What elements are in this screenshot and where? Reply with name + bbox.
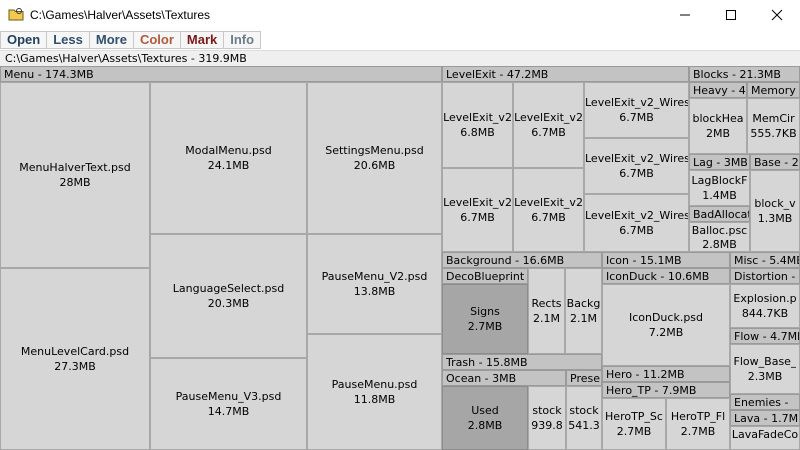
window-title: C:\Games\Halver\Assets\Textures — [30, 8, 211, 22]
file-tile[interactable]: LanguageSelect.psd 20.3MB — [150, 234, 307, 358]
file-tile[interactable]: LevelExit_v2 6.7MB — [513, 82, 584, 168]
color-button[interactable]: Color — [133, 31, 181, 49]
current-path: C:\Games\Halver\Assets\Textures - 319.9M… — [0, 50, 800, 66]
file-tile[interactable]: MemCir 555.7KB — [747, 98, 800, 154]
file-tile[interactable]: Signs 2.7MB — [442, 284, 528, 354]
file-tile[interactable]: HeroTP_Fl 2.7MB — [666, 398, 730, 450]
file-tile[interactable]: LevelExit_v2 6.7MB — [442, 168, 513, 252]
group-header-decoblueprint[interactable]: DecoBlueprint - — [442, 268, 528, 284]
file-tile[interactable]: HeroTP_Sc 2.7MB — [602, 398, 666, 450]
mark-button[interactable]: Mark — [180, 31, 225, 49]
file-tile[interactable]: Backg 2.1M — [565, 268, 602, 354]
group-header-levelexit[interactable]: LevelExit - 47.2MB — [442, 66, 689, 82]
more-button[interactable]: More — [89, 31, 134, 49]
app-folder-icon — [8, 6, 24, 22]
group-header-blocks[interactable]: Blocks - 21.3MB — [689, 66, 800, 82]
file-tile[interactable]: LevelExit_v2 6.8MB — [442, 82, 513, 168]
file-tile[interactable]: Explosion.p 844.7KB — [730, 284, 800, 328]
file-tile[interactable]: stock 939.8 — [528, 386, 566, 450]
file-tile[interactable]: PauseMenu.psd 11.8MB — [307, 334, 442, 450]
file-tile[interactable]: PauseMenu_V2.psd 13.8MB — [307, 234, 442, 334]
group-header-flow[interactable]: Flow - 4.7MB — [730, 328, 800, 344]
file-tile[interactable]: Balloc.psc 2.8MB — [689, 222, 750, 252]
file-tile[interactable]: MenuHalverText.psd 28MB — [0, 82, 150, 268]
group-header-background[interactable]: Background - 16.6MB — [442, 252, 602, 268]
less-button[interactable]: Less — [47, 31, 90, 49]
group-header-trash[interactable]: Trash - 15.8MB — [442, 354, 602, 370]
open-button[interactable]: Open — [0, 31, 48, 49]
group-header-lava[interactable]: Lava - 1.7MB — [730, 410, 800, 426]
group-header-menu[interactable]: Menu - 174.3MB — [0, 66, 442, 82]
group-header-heavy[interactable]: Heavy - 4MB — [689, 82, 747, 98]
file-tile[interactable]: LagBlockF 1.4MB — [689, 170, 750, 206]
file-tile[interactable]: ModalMenu.psd 24.1MB — [150, 82, 307, 234]
minimize-icon — [680, 14, 690, 16]
file-tile[interactable]: stock 541.3 — [566, 386, 602, 450]
file-tile[interactable]: IconDuck.psd 7.2MB — [602, 284, 730, 366]
maximize-button[interactable] — [708, 0, 754, 30]
file-tile[interactable]: blockHea 2MB — [689, 98, 747, 154]
file-tile[interactable]: Used 2.8MB — [442, 386, 528, 450]
close-icon — [771, 9, 783, 21]
info-button[interactable]: Info — [224, 31, 262, 49]
group-header-badalloc[interactable]: BadAllocat — [689, 206, 750, 222]
group-header-icon[interactable]: Icon - 15.1MB — [602, 252, 730, 268]
file-tile[interactable]: LevelExit_v2 6.7MB — [513, 168, 584, 252]
close-button[interactable] — [754, 0, 800, 30]
title-bar: C:\Games\Halver\Assets\Textures — [0, 0, 800, 30]
group-header-hero[interactable]: Hero - 11.2MB — [602, 366, 730, 382]
file-tile[interactable]: LevelExit_v2_Wires 6.7MB — [584, 82, 689, 138]
file-tile[interactable]: Flow_Base_ 2.3MB — [730, 344, 800, 394]
treemap[interactable]: Menu - 174.3MB MenuHalverText.psd 28MB Me… — [0, 66, 800, 450]
minimize-button[interactable] — [662, 0, 708, 30]
group-header-hero-tp[interactable]: Hero_TP - 7.9MB — [602, 382, 730, 398]
group-header-misc[interactable]: Misc - 5.4MB — [730, 252, 800, 268]
group-header-enemies[interactable]: Enemies - — [730, 394, 800, 410]
group-header-preser[interactable]: Preser — [566, 370, 602, 386]
group-header-lag[interactable]: Lag - 3MB — [689, 154, 750, 170]
file-tile[interactable]: block_v 1.3MB — [750, 170, 800, 252]
maximize-icon — [726, 10, 736, 20]
group-header-base[interactable]: Base - 2. — [750, 154, 800, 170]
group-header-memory[interactable]: Memory — [747, 82, 800, 98]
group-header-ocean[interactable]: Ocean - 3MB — [442, 370, 566, 386]
file-tile[interactable]: SettingsMenu.psd 20.6MB — [307, 82, 442, 234]
file-tile[interactable]: LevelExit_v2_Wires 6.7MB — [584, 194, 689, 252]
file-tile[interactable]: MenuLevelCard.psd 27.3MB — [0, 268, 150, 450]
file-tile[interactable]: LevelExit_v2_Wires 6.7MB — [584, 138, 689, 194]
toolbar: Open Less More Color Mark Info — [0, 31, 262, 49]
file-tile[interactable]: LavaFadeCo — [730, 426, 800, 450]
file-tile[interactable]: Rects 2.1M — [528, 268, 565, 354]
group-header-distortion[interactable]: Distortion - — [730, 268, 800, 284]
group-header-iconduck[interactable]: IconDuck - 10.6MB — [602, 268, 730, 284]
file-tile[interactable]: PauseMenu_V3.psd 14.7MB — [150, 358, 307, 450]
